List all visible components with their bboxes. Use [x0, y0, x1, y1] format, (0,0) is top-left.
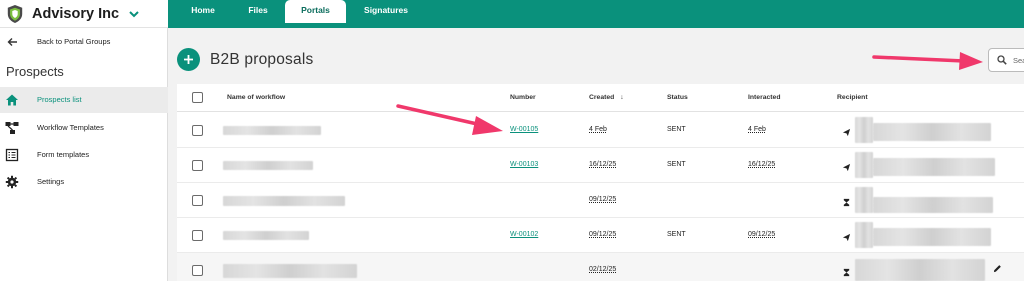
- status-text: SENT: [667, 126, 686, 133]
- redacted-workflow-name: [223, 264, 357, 278]
- sidebar-item-workflow-templates[interactable]: Workflow Templates: [0, 115, 168, 141]
- col-header-number[interactable]: Number: [510, 94, 536, 101]
- sidebar-item-label: Workflow Templates: [37, 123, 104, 132]
- sidebar-item-label: Settings: [37, 177, 65, 186]
- table-row[interactable]: 02/12/25: [177, 253, 1024, 281]
- created-date: 02/12/25: [589, 266, 617, 273]
- row-checkbox[interactable]: [192, 265, 203, 276]
- col-header-created-label: Created: [589, 94, 615, 101]
- row-checkbox[interactable]: [192, 160, 203, 171]
- select-all-checkbox[interactable]: [192, 92, 203, 103]
- redacted-recipient-avatar: [855, 222, 873, 248]
- redacted-recipient-name: [873, 197, 993, 213]
- table-row[interactable]: W-00102 09/12/25 SENT 09/12/25: [177, 218, 1024, 253]
- annotation-arrow-icon: [872, 52, 983, 70]
- hourglass-icon: [843, 198, 850, 207]
- back-label: Back to Portal Groups: [37, 37, 111, 46]
- redacted-recipient-avatar: [855, 152, 873, 178]
- redacted-recipient-name: [873, 228, 991, 246]
- redacted-workflow-name: [223, 126, 321, 135]
- back-to-portal-groups-link[interactable]: Back to Portal Groups: [0, 35, 168, 49]
- status-text: SENT: [667, 161, 686, 168]
- brand-header[interactable]: Advisory Inc: [0, 0, 168, 28]
- tab-signatures[interactable]: Signatures: [355, 0, 417, 23]
- table-row[interactable]: 09/12/25: [177, 183, 1024, 218]
- workflow-number-link[interactable]: W-00102: [510, 231, 538, 238]
- col-header-name[interactable]: Name of workflow: [227, 94, 285, 101]
- interacted-date: 4 Feb: [748, 126, 766, 133]
- redacted-recipient-avatar: [855, 117, 873, 143]
- table-row[interactable]: W-00105 4 Feb SENT 4 Feb: [177, 113, 1024, 148]
- gear-icon: [5, 175, 19, 189]
- workflow-number-link[interactable]: W-00105: [510, 126, 538, 133]
- section-title: Prospects: [6, 64, 64, 79]
- send-icon: [842, 128, 851, 137]
- send-icon: [842, 163, 851, 172]
- created-date: 16/12/25: [589, 161, 617, 168]
- redacted-recipient-name: [873, 158, 995, 176]
- chevron-down-icon[interactable]: [128, 9, 140, 19]
- col-header-status[interactable]: Status: [667, 94, 688, 101]
- table-row[interactable]: W-00103 16/12/25 SENT 16/12/25: [177, 148, 1024, 183]
- tab-portals[interactable]: Portals: [285, 0, 346, 23]
- sidebar-item-settings[interactable]: Settings: [0, 169, 168, 195]
- tab-files[interactable]: Files: [240, 0, 276, 23]
- created-date: 4 Feb: [589, 126, 607, 133]
- workflow-number-link[interactable]: W-00103: [510, 161, 538, 168]
- add-workflow-button[interactable]: [177, 48, 200, 71]
- created-date: 09/12/25: [589, 196, 617, 203]
- col-header-created[interactable]: Created ↓: [589, 94, 624, 101]
- edit-pencil-icon[interactable]: [993, 264, 1002, 273]
- redacted-recipient-avatar: [855, 187, 873, 213]
- app-window: Advisory Inc Home Files Portals Signatur…: [0, 0, 1024, 281]
- page-title: B2B proposals: [210, 51, 314, 68]
- table-header: Name of workflow Number Created ↓ Status…: [177, 84, 1024, 112]
- col-header-recipient[interactable]: Recipient: [837, 94, 868, 101]
- sidebar: Back to Portal Groups Prospects Prospect…: [0, 28, 168, 281]
- redacted-workflow-name: [223, 161, 313, 170]
- tab-home[interactable]: Home: [182, 0, 224, 23]
- arrow-left-icon: [7, 38, 17, 46]
- search-icon: [997, 55, 1007, 65]
- row-checkbox[interactable]: [192, 230, 203, 241]
- search-placeholder: Sea: [1013, 56, 1024, 65]
- brand-name: Advisory Inc: [32, 5, 120, 22]
- status-text: SENT: [667, 231, 686, 238]
- sidebar-item-label: Form templates: [37, 150, 90, 159]
- home-icon: [6, 94, 18, 106]
- sort-down-icon: ↓: [620, 94, 624, 101]
- redacted-workflow-name: [223, 196, 345, 206]
- workflow-icon: [5, 122, 19, 134]
- top-navigation: Home Files Portals Signatures: [168, 0, 1024, 28]
- hourglass-icon: [843, 268, 850, 277]
- created-date: 09/12/25: [589, 231, 617, 238]
- redacted-workflow-name: [223, 231, 309, 240]
- form-icon: [5, 148, 19, 162]
- sidebar-item-prospects-list[interactable]: Prospects list: [0, 87, 168, 113]
- redacted-recipient-name: [873, 123, 991, 141]
- redacted-recipient-name: [855, 259, 985, 281]
- plus-icon: [184, 55, 193, 64]
- row-checkbox[interactable]: [192, 125, 203, 136]
- shield-logo-icon: [7, 4, 23, 23]
- row-checkbox[interactable]: [192, 195, 203, 206]
- workflow-table: Name of workflow Number Created ↓ Status…: [177, 84, 1024, 281]
- interacted-date: 09/12/25: [748, 231, 776, 238]
- sidebar-item-label: Prospects list: [37, 95, 82, 104]
- interacted-date: 16/12/25: [748, 161, 776, 168]
- search-input[interactable]: Sea: [988, 48, 1024, 72]
- send-icon: [842, 233, 851, 242]
- sidebar-item-form-templates[interactable]: Form templates: [0, 142, 168, 168]
- col-header-interacted[interactable]: Interacted: [748, 94, 780, 101]
